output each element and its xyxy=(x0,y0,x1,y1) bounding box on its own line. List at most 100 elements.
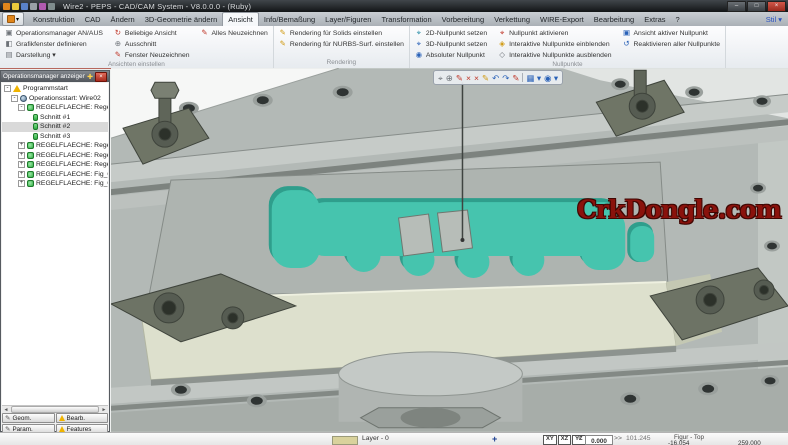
application-menu-button[interactable]: ▾ xyxy=(2,12,24,26)
shading-dropdown-icon[interactable]: ◉ ▾ xyxy=(544,72,558,84)
beliebige-ansicht-button[interactable]: ↻ Beliebige Ansicht xyxy=(112,28,192,38)
step-prev-button[interactable]: < xyxy=(578,433,582,445)
zoom-icon[interactable]: ⊕ xyxy=(446,72,453,84)
settings-icon[interactable] xyxy=(48,3,55,10)
tree-item-programmstart[interactable]: - Programmstart xyxy=(2,84,108,94)
select-icon[interactable]: ⌖ xyxy=(438,72,443,84)
ribbon-group-rendering: ✎ Rendering für Solids einstellen ✎ Rend… xyxy=(274,26,410,68)
layout-dropdown-icon[interactable]: ▦ ▾ xyxy=(526,72,541,84)
delete-icon[interactable]: × xyxy=(474,72,479,84)
plane-xz-button[interactable]: XZ xyxy=(558,435,571,445)
sketch-icon[interactable]: ✎ xyxy=(482,72,489,84)
tab-info-bemassung[interactable]: Info/Bemaßung xyxy=(259,13,320,26)
alles-neuzeichnen-button[interactable]: ✎ Alles Neuzeichnen xyxy=(199,28,270,38)
scroll-left-arrow[interactable]: ◄ xyxy=(2,407,10,413)
tab-layer-figuren[interactable]: Layer/Figuren xyxy=(320,13,376,26)
maximize-button[interactable]: □ xyxy=(747,1,766,12)
nullpunkte-einblenden-button[interactable]: ◈ Interaktive Nullpunkte einblenden xyxy=(496,39,613,49)
operationsmanager-anaus-button[interactable]: ▣ Operationsmanager AN/AUS xyxy=(3,28,105,38)
tab-vorbereitung[interactable]: Vorbereitung xyxy=(437,13,490,26)
tab-aendern[interactable]: Ändern xyxy=(106,13,140,26)
origin-3d-icon: ⌖ xyxy=(415,40,423,48)
button-label: Geom. xyxy=(12,415,31,422)
tab-ansicht[interactable]: Ansicht xyxy=(222,12,259,26)
redraw-window-icon: ✎ xyxy=(114,51,122,59)
scroll-right-arrow[interactable]: ► xyxy=(100,407,108,413)
trim-icon[interactable]: × xyxy=(466,72,471,84)
tab-3d-geometrie-aendern[interactable]: 3D-Geometrie ändern xyxy=(140,13,223,26)
tree-item-operationsstart[interactable]: - Operationsstart: Wire02 xyxy=(2,94,108,104)
tree-item-regelflaeche7[interactable]: + REGELFLAECHE: Regelflaeche7 / f xyxy=(2,151,108,161)
geom-button[interactable]: ✎ Geom. xyxy=(2,413,55,423)
redraw-icon[interactable]: ✎ xyxy=(456,72,463,84)
tree-expander[interactable]: - xyxy=(11,95,18,102)
rendering-nurbs-button[interactable]: ✎ Rendering für NURBS-Surf. einstellen xyxy=(277,39,406,49)
button-label: Rendering für NURBS-Surf. einstellen xyxy=(290,41,404,48)
darstellung-button[interactable]: ▤ Darstellung ▾ xyxy=(3,50,105,60)
tab-transformation[interactable]: Transformation xyxy=(376,13,436,26)
tab-bearbeitung[interactable]: Bearbeitung xyxy=(589,13,639,26)
fenster-neuzeichnen-button[interactable]: ✎ Fenster Neuzeichnen xyxy=(112,50,192,60)
absoluter-nullpunkt-button[interactable]: ◉ Absoluter Nullpunkt xyxy=(413,50,489,60)
scrollbar-thumb[interactable] xyxy=(11,406,99,413)
panel-title-bar[interactable]: Operationsmanager anzeigen ✚ × xyxy=(1,71,109,82)
marker-icon[interactable]: ✎ xyxy=(512,72,519,84)
nullpunkt-3d-button[interactable]: ⌖ 3D-Nullpunkt setzen xyxy=(413,39,489,49)
tree-expander[interactable]: - xyxy=(4,85,11,92)
button-label: Darstellung ▾ xyxy=(16,51,56,59)
layer-label: Layer - 0 xyxy=(362,433,389,445)
undo-icon[interactable] xyxy=(39,3,46,10)
tab-extras[interactable]: Extras xyxy=(639,13,670,26)
tree-item-fig002[interactable]: + REGELFLAECHE: Fig_002 / Fig_00 xyxy=(2,179,108,189)
tab-help[interactable]: ? xyxy=(671,13,685,26)
panel-close-icon[interactable]: × xyxy=(95,72,107,82)
pin-icon[interactable]: ✚ xyxy=(87,73,93,81)
tab-wire-export[interactable]: WIRE-Export xyxy=(535,13,589,26)
tree-item-regelflaeche2[interactable]: - REGELFLAECHE: Regelflaeche2 / f xyxy=(2,103,108,113)
snap-cross-icon[interactable]: + xyxy=(492,433,497,445)
plane-xy-button[interactable]: XY xyxy=(543,435,557,445)
tree-expander[interactable]: + xyxy=(18,142,25,149)
tree-expander[interactable]: + xyxy=(18,180,25,187)
tree-item-schnitt-2[interactable]: Schnitt #2 xyxy=(2,122,108,132)
tree-expander[interactable]: + xyxy=(18,161,25,168)
nullpunkt-2d-button[interactable]: ⌖ 2D-Nullpunkt setzen xyxy=(413,28,489,38)
tree-item-schnitt-1[interactable]: Schnitt #1 xyxy=(2,113,108,123)
tab-cad[interactable]: CAD xyxy=(80,13,106,26)
tree-expander[interactable]: + xyxy=(18,171,25,178)
minimize-button[interactable]: – xyxy=(727,1,746,12)
tab-verkettung[interactable]: Verkettung xyxy=(489,13,535,26)
step-value-field[interactable]: 0.000 xyxy=(585,435,613,445)
rendering-solids-button[interactable]: ✎ Rendering für Solids einstellen xyxy=(277,28,406,38)
style-selector-button[interactable]: Stil ▾ xyxy=(766,13,782,26)
redo-icon[interactable]: ↷ xyxy=(502,72,509,84)
close-button[interactable]: × xyxy=(767,1,786,12)
grafikfenster-definieren-button[interactable]: ◧ Grafikfenster definieren xyxy=(3,39,105,49)
tree-expander[interactable]: + xyxy=(18,152,25,159)
tree-item-regelflaeche6[interactable]: + REGELFLAECHE: Regelflaeche6 / f xyxy=(2,160,108,170)
layer-color-swatch[interactable] xyxy=(332,436,358,445)
save-icon[interactable] xyxy=(21,3,28,10)
3d-viewport[interactable]: ⌖ ⊕ ✎ × × ✎ ↶ ↷ ✎ ▦ ▾ ◉ ▾ CrkDongle.com xyxy=(111,68,788,432)
bearb-button[interactable]: Bearb. xyxy=(56,413,109,423)
button-label: Absoluter Nullpunkt xyxy=(426,52,485,59)
app-icon[interactable] xyxy=(3,3,10,10)
reaktivieren-nullpunkte-button[interactable]: ↺ Reaktivieren aller Nullpunkte xyxy=(621,39,723,49)
ribbon-tab-bar: ▾ Konstruktion CAD Ändern 3D-Geometrie ä… xyxy=(0,12,788,26)
print-icon[interactable] xyxy=(30,3,37,10)
warning-icon xyxy=(13,85,21,92)
ausschnitt-button[interactable]: ⊕ Ausschnitt xyxy=(112,39,192,49)
undo-icon[interactable]: ↶ xyxy=(492,72,499,84)
tree-item-regelflaeche3[interactable]: + REGELFLAECHE: Regelflaeche3 / f xyxy=(2,141,108,151)
tree-expander[interactable]: - xyxy=(18,104,25,111)
nullpunkte-ausblenden-button[interactable]: ◇ Interaktive Nullpunkte ausblenden xyxy=(496,50,613,60)
ribbon: ▣ Operationsmanager AN/AUS ◧ Grafikfenst… xyxy=(0,26,788,69)
ansicht-aktiver-nullpunkt-button[interactable]: ▣ Ansicht aktiver Nullpunkt xyxy=(621,28,723,38)
open-icon[interactable] xyxy=(12,3,19,10)
nullpunkt-aktivieren-button[interactable]: ⌖ Nullpunkt aktivieren xyxy=(496,28,613,38)
step-next-button[interactable]: >> xyxy=(614,433,622,445)
horizontal-scrollbar[interactable]: ◄ ► xyxy=(2,405,108,413)
tab-konstruktion[interactable]: Konstruktion xyxy=(28,13,80,26)
tree-item-fig000[interactable]: + REGELFLAECHE: Fig_000 / Fig_00 xyxy=(2,170,108,180)
tree-item-schnitt-3[interactable]: Schnitt #3 xyxy=(2,132,108,142)
